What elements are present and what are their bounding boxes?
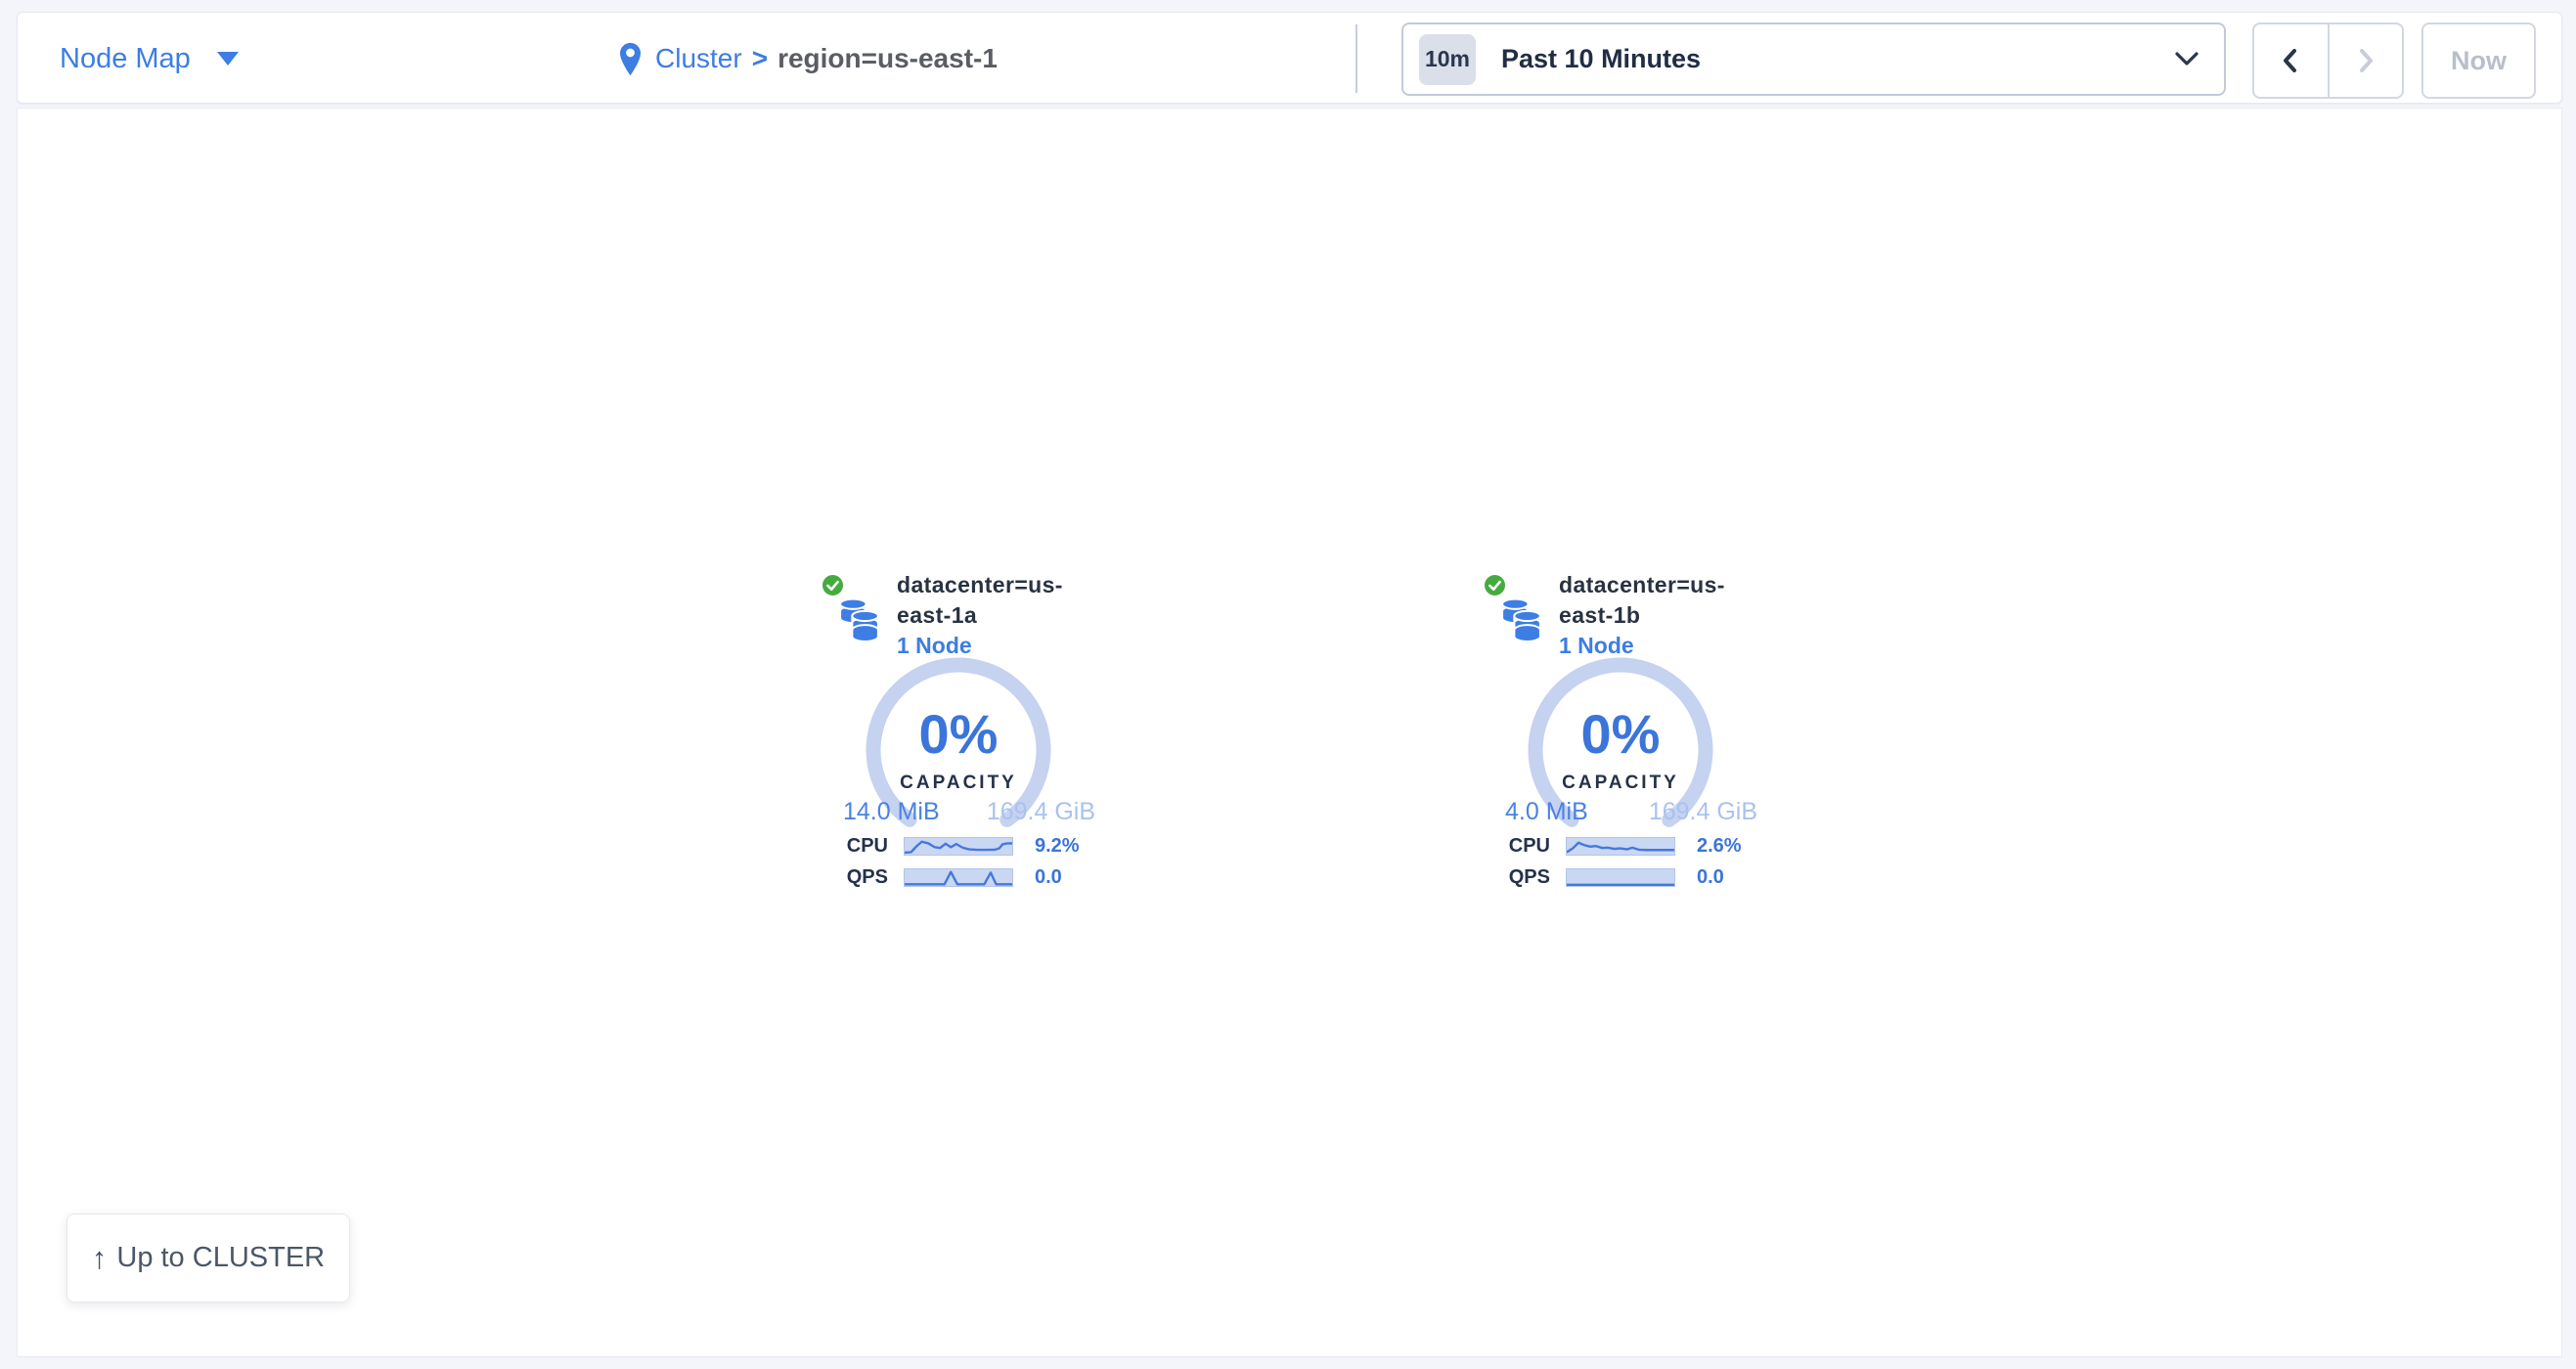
- capacity-used: 14.0 MiB: [843, 797, 940, 826]
- qps-label: QPS: [1484, 866, 1550, 889]
- qps-sparkline: [904, 868, 1013, 887]
- breadcrumb: Cluster > region=us-east-1: [620, 13, 998, 105]
- time-pager: [2252, 22, 2404, 99]
- time-window-badge: 10m: [1419, 34, 1476, 85]
- locality-title: datacenter=us-east-1a: [897, 570, 1095, 631]
- cpu-sparkline: [1566, 837, 1675, 856]
- cpu-label: CPU: [822, 835, 888, 858]
- time-next-button[interactable]: [2330, 24, 2403, 97]
- healthy-check-icon: [1482, 572, 1508, 598]
- location-pin-icon: [620, 42, 641, 76]
- chevron-left-icon: [2280, 48, 2301, 73]
- capacity-values: 14.0 MiB 169.4 GiB: [822, 797, 1095, 826]
- locality-titles: datacenter=us-east-1a 1 Node: [897, 570, 1095, 660]
- capacity-total: 169.4 GiB: [1649, 797, 1757, 826]
- locality-card-us-east-1a[interactable]: datacenter=us-east-1a 1 Node 0% CAPACITY…: [822, 566, 1095, 893]
- locality-node-count: 1 Node: [897, 631, 1095, 660]
- cpu-value: 9.2%: [1035, 835, 1080, 858]
- breadcrumb-separator: >: [752, 43, 768, 74]
- capacity-used: 4.0 MiB: [1505, 797, 1588, 826]
- cpu-value: 2.6%: [1697, 835, 1742, 858]
- capacity-values: 4.0 MiB 169.4 GiB: [1484, 797, 1757, 826]
- time-window-label: Past 10 Minutes: [1501, 44, 1701, 74]
- now-button[interactable]: Now: [2421, 22, 2536, 99]
- up-to-cluster-label: Up to CLUSTER: [116, 1242, 325, 1274]
- capacity-total: 169.4 GiB: [987, 797, 1095, 826]
- locality-titles: datacenter=us-east-1b 1 Node: [1559, 570, 1757, 660]
- locality-node-count: 1 Node: [1559, 631, 1757, 660]
- database-stack-icon: [1498, 594, 1544, 642]
- header-divider: [1355, 24, 1357, 93]
- view-selector-dropdown[interactable]: Node Map: [60, 13, 239, 105]
- chevron-right-icon: [2355, 48, 2376, 73]
- view-selector-label: Node Map: [60, 43, 191, 75]
- qps-sparkline: [1566, 868, 1675, 887]
- breadcrumb-current-locality: region=us-east-1: [777, 43, 998, 74]
- cpu-metric-row: CPU 9.2%: [822, 836, 1095, 856]
- database-stack-icon: [836, 594, 882, 642]
- qps-metric-row: QPS 0.0: [822, 867, 1095, 887]
- time-prev-button[interactable]: [2254, 24, 2330, 97]
- qps-metric-row: QPS 0.0: [1484, 867, 1757, 887]
- cpu-label: CPU: [1484, 835, 1550, 858]
- capacity-percent: 0%: [1528, 702, 1713, 766]
- time-window-dropdown[interactable]: 10m Past 10 Minutes: [1401, 22, 2226, 96]
- locality-card-us-east-1b[interactable]: datacenter=us-east-1b 1 Node 0% CAPACITY…: [1484, 566, 1757, 893]
- breadcrumb-cluster-link[interactable]: Cluster: [655, 43, 742, 74]
- qps-label: QPS: [822, 866, 888, 889]
- capacity-label: CAPACITY: [866, 773, 1051, 794]
- chevron-down-icon: [2175, 52, 2198, 67]
- toolbar: Node Map Cluster > region=us-east-1 10m …: [17, 12, 2562, 104]
- qps-value: 0.0: [1035, 866, 1062, 889]
- arrow-up-icon: ↑: [92, 1243, 108, 1273]
- locality-title: datacenter=us-east-1b: [1559, 570, 1757, 631]
- cpu-metric-row: CPU 2.6%: [1484, 836, 1757, 856]
- capacity-percent: 0%: [866, 702, 1051, 766]
- up-to-cluster-button[interactable]: ↑ Up to CLUSTER: [67, 1214, 350, 1303]
- capacity-label: CAPACITY: [1528, 773, 1713, 794]
- node-map-canvas: datacenter=us-east-1a 1 Node 0% CAPACITY…: [17, 108, 2562, 1357]
- caret-down-icon: [217, 52, 239, 66]
- cpu-sparkline: [904, 837, 1013, 856]
- qps-value: 0.0: [1697, 866, 1724, 889]
- healthy-check-icon: [820, 572, 846, 598]
- node-map-page: Node Map Cluster > region=us-east-1 10m …: [0, 0, 2576, 1369]
